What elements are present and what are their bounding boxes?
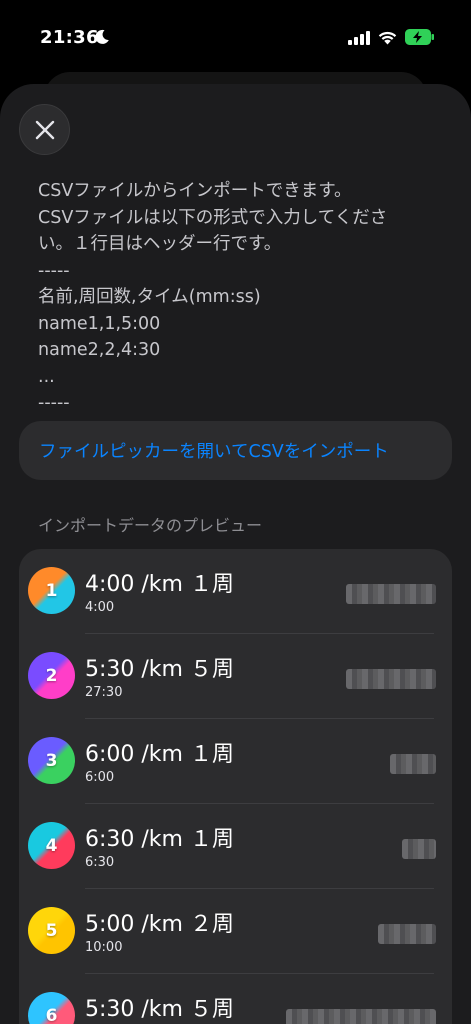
close-icon — [35, 120, 54, 139]
preview-list: 1 4:00 /km １周 4:00 2 5:30 /km ５周 27:30 3… — [19, 549, 452, 1024]
open-file-picker-button[interactable]: ファイルピッカーを開いてCSVをインポート — [19, 421, 452, 480]
pace-title: 5:30 /km ５周 — [85, 997, 234, 1022]
instruction-line: ... — [38, 366, 55, 387]
total-time: 27:30 — [85, 685, 123, 700]
instruction-line: name2,2,4:30 — [38, 340, 161, 360]
instruction-line: 名前,周回数,タイム(mm:ss) — [38, 287, 261, 307]
lap-number-badge: 1 — [28, 567, 75, 614]
status-bar: 21:36 — [0, 0, 471, 70]
total-time: 6:00 — [85, 770, 115, 785]
lap-number-badge: 6 — [28, 992, 75, 1024]
list-item[interactable]: 6 5:30 /km ５周 — [19, 974, 452, 1024]
cellular-signal-icon — [348, 31, 370, 45]
list-item[interactable]: 1 4:00 /km １周 4:00 — [19, 549, 452, 634]
preview-section-header: インポートデータのプレビュー — [38, 516, 263, 535]
redacted-name — [390, 754, 436, 774]
lap-number-badge: 3 — [28, 737, 75, 784]
pace-title: 4:00 /km １周 — [85, 572, 234, 597]
instruction-line: い。１行目はヘッダー行です。 — [38, 234, 282, 254]
instruction-line: CSVファイルからインポートできます。 — [38, 181, 352, 201]
csv-instructions: CSVファイルからインポートできます。 CSVファイルは以下の形式で入力してくだ… — [38, 178, 438, 417]
instruction-line: CSVファイルは以下の形式で入力してくださ — [38, 207, 388, 228]
instruction-line: ----- — [38, 393, 70, 413]
status-time: 21:36 — [40, 27, 99, 48]
redacted-name — [346, 669, 436, 689]
list-item[interactable]: 5 5:00 /km ２周 10:00 — [19, 889, 452, 974]
instruction-line: name1,1,5:00 — [38, 313, 161, 334]
lap-number-badge: 4 — [28, 822, 75, 869]
redacted-name — [346, 584, 436, 604]
wifi-icon — [378, 31, 397, 45]
total-time: 6:30 — [85, 855, 115, 870]
redacted-name — [286, 1009, 436, 1024]
redacted-name — [402, 839, 436, 859]
total-time: 10:00 — [85, 940, 123, 955]
battery-charging-icon — [405, 29, 434, 45]
total-time: 4:00 — [85, 600, 115, 615]
lap-number-badge: 5 — [28, 907, 75, 954]
list-item[interactable]: 2 5:30 /km ５周 27:30 — [19, 634, 452, 719]
list-item[interactable]: 3 6:00 /km １周 6:00 — [19, 719, 452, 804]
redacted-name — [378, 924, 436, 944]
pace-title: 5:00 /km ２周 — [85, 912, 234, 937]
open-file-picker-label: ファイルピッカーを開いてCSVをインポート — [39, 442, 389, 462]
close-button[interactable] — [19, 104, 70, 155]
moon-icon — [95, 29, 109, 44]
list-item[interactable]: 4 6:30 /km １周 6:30 — [19, 804, 452, 889]
pace-title: 6:00 /km １周 — [85, 742, 234, 767]
pace-title: 6:30 /km １周 — [85, 827, 234, 852]
lap-number-badge: 2 — [28, 652, 75, 699]
pace-title: 5:30 /km ５周 — [85, 657, 234, 682]
instruction-line: ----- — [38, 260, 70, 281]
